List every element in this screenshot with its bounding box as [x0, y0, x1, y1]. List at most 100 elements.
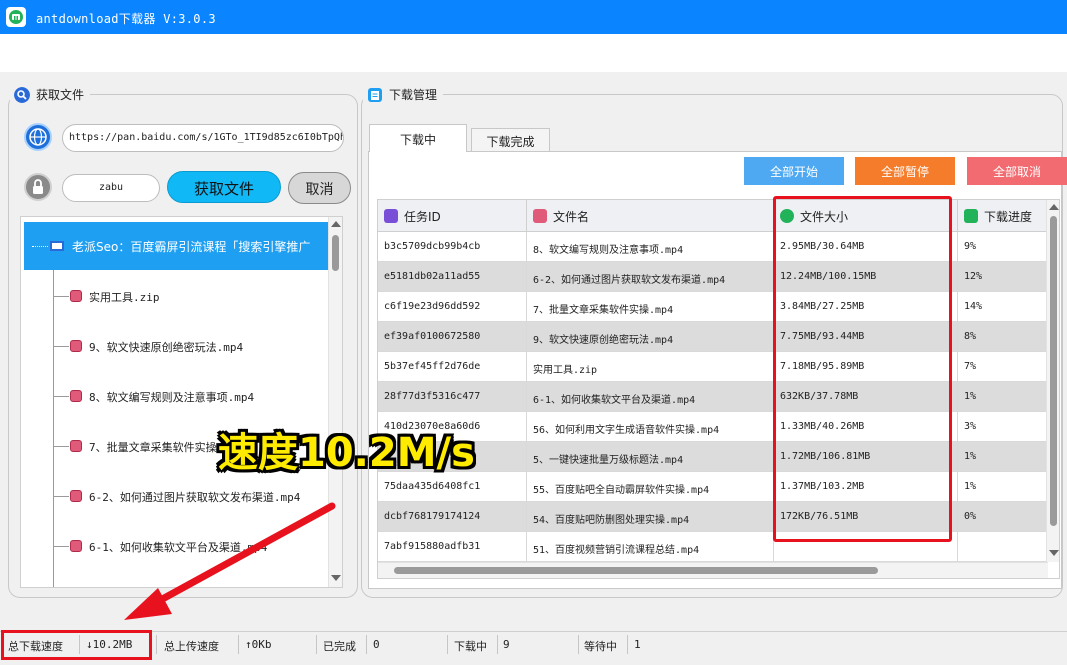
column-header-task-id[interactable]: 任务ID: [378, 200, 527, 232]
task-id-cell: dcbf768179174124: [378, 502, 527, 532]
tree-root-label: 老派Seo：百度霸屏引流课程「搜索引擎推广: [72, 240, 311, 254]
tree-item-label: 9、软文快速原创绝密玩法.mp4: [89, 341, 244, 354]
column-header-filename[interactable]: 文件名: [527, 200, 774, 232]
task-id-cell: 7abf915880adfb31: [378, 532, 527, 562]
waiting-value: 1: [634, 638, 641, 651]
progress-cell: 14%: [964, 301, 983, 312]
divider: [447, 635, 448, 654]
password-input[interactable]: zabu: [62, 174, 160, 202]
scroll-up-arrow[interactable]: [331, 221, 341, 227]
globe-icon-glyph: [29, 128, 47, 146]
progress-cell: 8%: [964, 331, 977, 342]
filename-cell: 实用工具.zip: [527, 352, 774, 382]
filesize-highlight-box: [773, 196, 952, 542]
task-id-cell: b3c5709dcb99b4cb: [378, 232, 527, 262]
speed-annotation: 速度10.2M/s: [218, 430, 475, 476]
column-header-progress[interactable]: 下载进度: [958, 200, 1048, 232]
scroll-thumb[interactable]: [394, 567, 878, 574]
divider: [578, 635, 579, 654]
downloading-label: 下载中: [454, 640, 487, 653]
download-table: 任务ID 文件名 文件大小 下载进度 b3c5709dcb99b4cb 8、软文编…: [377, 199, 1060, 579]
filename-cell: 8、软文编写规则及注意事项.mp4: [527, 232, 774, 262]
upload-speed-value: ↑0Kb: [245, 638, 272, 651]
completed-value: 0: [373, 638, 380, 651]
file-icon: [70, 490, 82, 502]
download-panel-title: 下载管理: [363, 86, 444, 103]
tree-connector: [53, 296, 69, 297]
lock-icon: [24, 173, 52, 201]
progress-cell: 0%: [964, 511, 977, 522]
scroll-down-arrow[interactable]: [1049, 550, 1059, 556]
lock-icon-glyph: [33, 179, 43, 194]
tree-connector: [53, 396, 69, 397]
file-icon: [70, 540, 82, 552]
filename-cell: 54、百度贴吧防删图处理实操.mp4: [527, 502, 774, 532]
search-icon: [14, 86, 30, 103]
cancel-button[interactable]: 取消: [288, 172, 351, 204]
divider: [156, 635, 157, 654]
scroll-thumb[interactable]: [1050, 216, 1057, 526]
edit-icon: [384, 209, 398, 223]
progress-cell: 9%: [964, 241, 977, 252]
filename-cell: 56、如何利用文字生成语音软件实操.mp4: [527, 412, 774, 442]
upload-speed-label: 总上传速度: [164, 640, 219, 653]
status-bar: 总下载速度 ↓10.2MB 总上传速度 ↑0Kb 已完成 0 下载中 9 等待中…: [0, 631, 1067, 657]
divider: [316, 635, 317, 654]
progress-cell: 7%: [964, 361, 977, 372]
tree-connector: [53, 496, 69, 497]
tree-item-label: 实用工具.zip: [89, 291, 160, 304]
progress-cell: [958, 532, 1048, 562]
filename-cell: 6-2、如何通过图片获取软文发布渠道.mp4: [527, 262, 774, 292]
downloading-value: 9: [503, 638, 510, 651]
column-label: 文件名: [553, 209, 590, 224]
divider: [627, 635, 628, 654]
task-id-cell: ef39af0100672580: [378, 322, 527, 352]
task-id-cell: c6f19e23d96dd592: [378, 292, 527, 322]
file-icon: [70, 390, 82, 402]
tree-item[interactable]: 8、软文编写规则及注意事项.mp4: [53, 386, 333, 406]
fetch-panel-label: 获取文件: [36, 88, 85, 102]
tree-item-label: 8、软文编写规则及注意事项.mp4: [89, 391, 255, 404]
filename-cell: 6-1、如何收集软文平台及渠道.mp4: [527, 382, 774, 412]
title-bar: antdownload下载器 V:3.0.3: [0, 0, 1067, 34]
check-icon: [964, 209, 978, 223]
url-input[interactable]: https://pan.baidu.com/s/1GTo_1TI9d85zc6I…: [62, 124, 344, 152]
tree-item[interactable]: 实用工具.zip: [53, 286, 333, 306]
table-horizontal-scrollbar[interactable]: [378, 562, 1048, 578]
fetch-button[interactable]: 获取文件: [167, 171, 281, 203]
app-icon: [6, 7, 26, 27]
completed-label: 已完成: [323, 640, 356, 653]
progress-cell: 1%: [964, 481, 977, 492]
clipboard-icon: [368, 87, 382, 102]
scroll-thumb[interactable]: [332, 235, 339, 271]
pause-all-button[interactable]: 全部暂停: [855, 157, 955, 185]
speed-highlight-box: [1, 630, 152, 660]
download-panel-label: 下载管理: [389, 88, 438, 102]
task-id-cell: 28f77d3f5316c477: [378, 382, 527, 412]
tree-connector: [53, 346, 69, 347]
progress-cell: 3%: [964, 421, 977, 432]
file-icon: [70, 440, 82, 452]
table-vertical-scrollbar[interactable]: [1046, 200, 1059, 562]
tree-connector: [53, 446, 69, 447]
filename-cell: 9、软文快速原创绝密玩法.mp4: [527, 322, 774, 352]
globe-icon: [24, 123, 52, 151]
tree-connector: [32, 246, 48, 247]
tree-item[interactable]: 9、软文快速原创绝密玩法.mp4: [53, 336, 333, 356]
tab-downloading[interactable]: 下载中: [369, 124, 467, 152]
tree-connector: [53, 546, 69, 547]
scroll-up-arrow[interactable]: [1049, 204, 1059, 210]
cancel-all-button[interactable]: 全部取消: [967, 157, 1067, 185]
column-label: 任务ID: [404, 209, 441, 224]
toolbar-area: [0, 34, 1067, 72]
task-id-cell: 5b37ef45ff2d76de: [378, 352, 527, 382]
file-icon: [70, 340, 82, 352]
start-all-button[interactable]: 全部开始: [744, 157, 844, 185]
fetch-panel-title: 获取文件: [10, 86, 91, 103]
tab-completed[interactable]: 下载完成: [471, 128, 550, 152]
progress-cell: 1%: [964, 391, 977, 402]
file-icon: [533, 209, 547, 223]
task-id-cell: e5181db02a11ad55: [378, 262, 527, 292]
divider: [366, 635, 367, 654]
tree-root-item[interactable]: 老派Seo：百度霸屏引流课程「搜索引擎推广: [24, 222, 328, 270]
